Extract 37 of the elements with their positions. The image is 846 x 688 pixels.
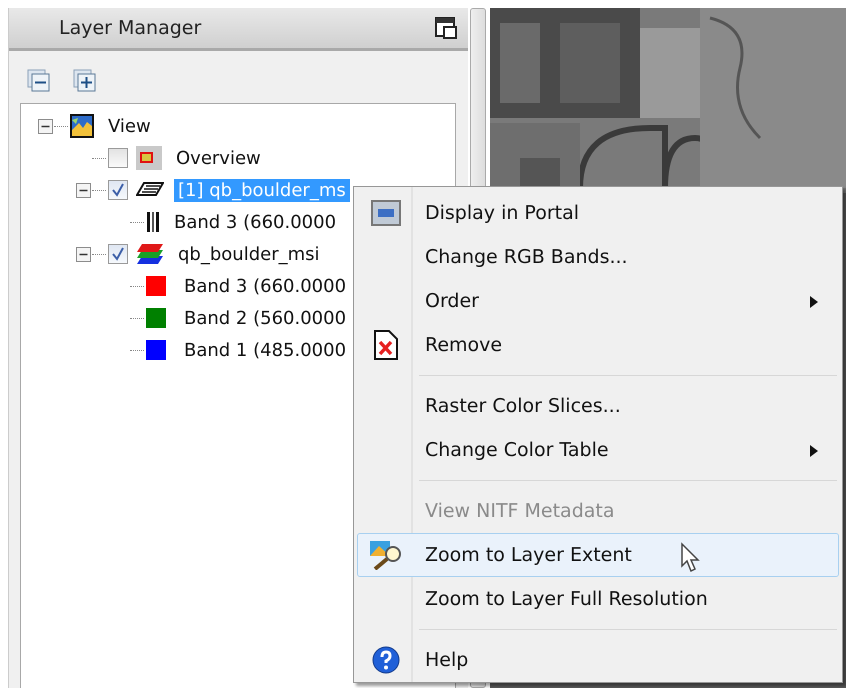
layer-label[interactable]: View xyxy=(104,114,155,138)
panel-title: Layer Manager xyxy=(59,17,202,39)
layer-label[interactable]: Band 3 (660.0000 xyxy=(170,210,340,234)
submenu-arrow-icon xyxy=(810,296,818,308)
layer-label[interactable]: Band 2 (560.0000 xyxy=(180,306,350,330)
dock-icon[interactable] xyxy=(434,16,458,40)
collapse-toggle-icon[interactable] xyxy=(76,182,91,198)
menu-item[interactable]: Display in Portal xyxy=(357,191,839,235)
grayscale-band-icon xyxy=(146,210,160,234)
menu-item[interactable]: Raster Color Slices... xyxy=(357,384,839,428)
menu-item[interactable]: Zoom to Layer Full Resolution xyxy=(357,577,839,621)
layer-label[interactable]: qb_boulder_msi xyxy=(174,242,324,266)
menu-item[interactable]: Change RGB Bands... xyxy=(357,235,839,279)
layer-label[interactable]: Band 1 (485.0000 xyxy=(180,338,350,362)
layer-checkbox[interactable] xyxy=(108,148,128,168)
collapse-all-icon[interactable] xyxy=(27,69,51,93)
help-icon xyxy=(372,646,400,674)
remove-icon xyxy=(374,330,398,360)
menu-item[interactable]: Help xyxy=(357,638,839,682)
menu-item[interactable]: Remove xyxy=(357,323,839,367)
layer-label[interactable]: Overview xyxy=(172,146,265,170)
menu-item[interactable]: Order xyxy=(357,279,839,323)
expand-all-icon[interactable] xyxy=(73,69,97,93)
layer-checkbox[interactable] xyxy=(108,244,128,264)
menu-item[interactable]: Change Color Table xyxy=(357,428,839,472)
portal-icon xyxy=(370,200,400,226)
view-icon xyxy=(70,114,94,138)
layer-checkbox[interactable] xyxy=(108,180,128,200)
menu-item[interactable]: Zoom to Layer Extent xyxy=(357,533,839,577)
overview-icon xyxy=(136,146,162,170)
collapse-toggle-icon[interactable] xyxy=(76,246,91,262)
zoom-extent-icon xyxy=(368,540,402,570)
rgb-layers-icon xyxy=(136,242,164,266)
submenu-arrow-icon xyxy=(810,445,818,457)
mouse-cursor-icon xyxy=(680,542,702,574)
collapse-toggle-icon[interactable] xyxy=(38,118,53,134)
layer-label[interactable]: Band 3 (660.0000 xyxy=(180,274,350,298)
